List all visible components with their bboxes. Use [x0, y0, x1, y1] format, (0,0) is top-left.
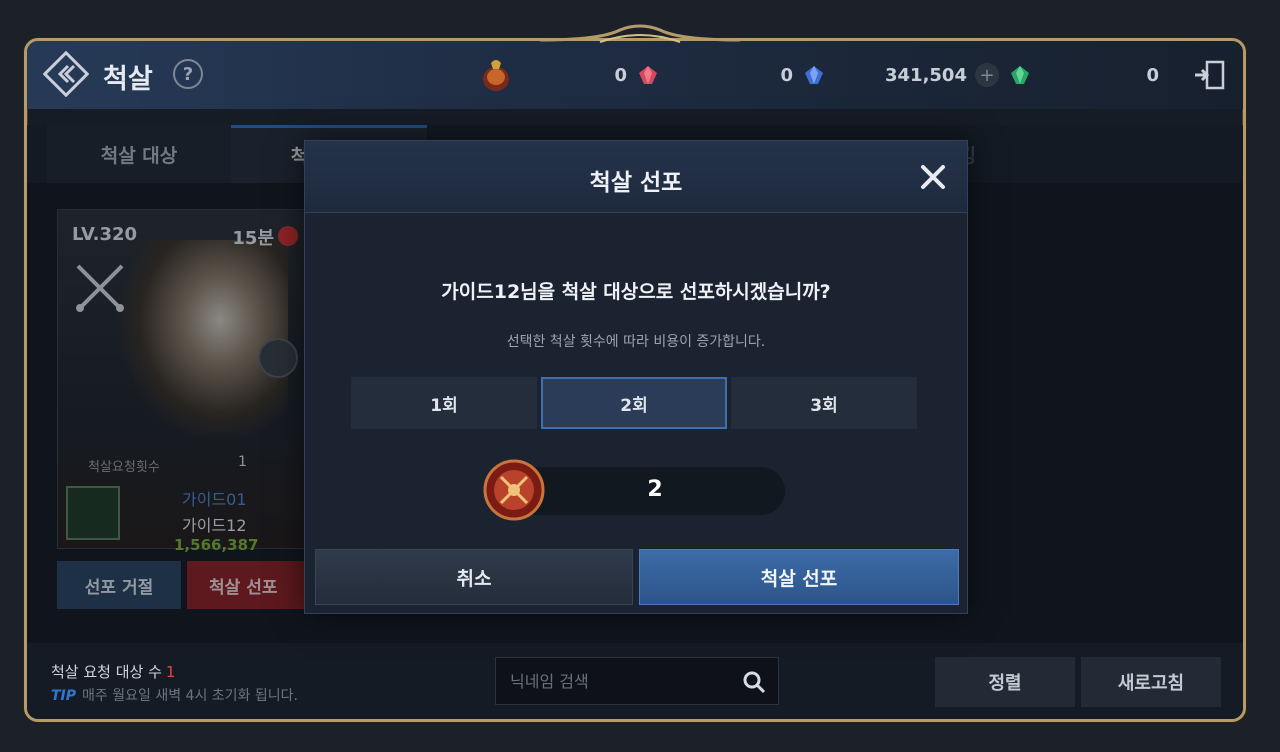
blue-gem-icon	[805, 66, 823, 84]
exit-icon[interactable]	[1193, 59, 1227, 91]
currency-red: 0	[587, 61, 659, 89]
target-count: 척살 요청 대상 수1	[51, 661, 175, 682]
currency-other-value: 0	[1146, 64, 1159, 86]
confirm-declare-button[interactable]: 척살 선포	[639, 549, 959, 605]
add-currency-button[interactable]: +	[974, 63, 999, 87]
green-gem-icon	[1010, 66, 1029, 84]
tip-text: TIP 매주 월요일 새벽 4시 초기화 됩니다.	[51, 685, 298, 705]
currency-other: 0	[1117, 61, 1159, 89]
currency-green-value: 341,504	[885, 64, 967, 86]
option-3-button[interactable]: 3회	[731, 377, 917, 429]
target-count-value: 1	[165, 663, 176, 681]
option-1-button[interactable]: 1회	[351, 377, 537, 429]
close-icon[interactable]	[919, 163, 947, 191]
modal-subtext: 선택한 척살 횟수에 따라 비용이 증가합니다.	[506, 334, 766, 350]
nickname-search-input[interactable]	[510, 671, 730, 691]
cost-value: 2	[647, 477, 663, 502]
tip-tag: TIP	[51, 688, 77, 704]
option-2-button[interactable]: 2회	[541, 377, 727, 429]
red-gem-icon	[639, 66, 657, 84]
event-item-icon[interactable]	[479, 57, 513, 93]
declare-modal: 척살 선포 가이드12님을 척살 대상으로 선포하시겠습니까? 선택한 척살 횟…	[304, 140, 968, 614]
back-icon[interactable]	[43, 51, 89, 97]
tip-message: 매주 월요일 새벽 4시 초기화 됩니다.	[82, 688, 298, 704]
modal-header: 척살 선포	[305, 141, 967, 213]
refresh-button[interactable]: 새로고침	[1081, 657, 1221, 707]
currency-blue: 0	[753, 61, 825, 89]
search-icon[interactable]	[742, 670, 766, 694]
page-title: 척살	[103, 64, 153, 95]
sort-button[interactable]: 정렬	[935, 657, 1075, 707]
currency-green: 341,504 +	[885, 61, 1031, 89]
modal-title: 척살 선포	[589, 170, 683, 196]
cancel-button[interactable]: 취소	[315, 549, 633, 605]
bottom-bar: 척살 요청 대상 수1 TIP매주 월요일 새벽 4시 초기화 됩니다. 정렬 …	[27, 643, 1243, 719]
currency-red-value: 0	[614, 64, 627, 86]
help-icon[interactable]: ?	[173, 59, 203, 89]
modal-question: 가이드12님을 척살 대상으로 선포하시겠습니까?	[441, 281, 831, 303]
target-count-label: 척살 요청 대상 수	[51, 663, 162, 681]
search-box	[495, 657, 779, 705]
frame-crest-ornament	[540, 24, 740, 43]
currency-blue-value: 0	[780, 64, 793, 86]
